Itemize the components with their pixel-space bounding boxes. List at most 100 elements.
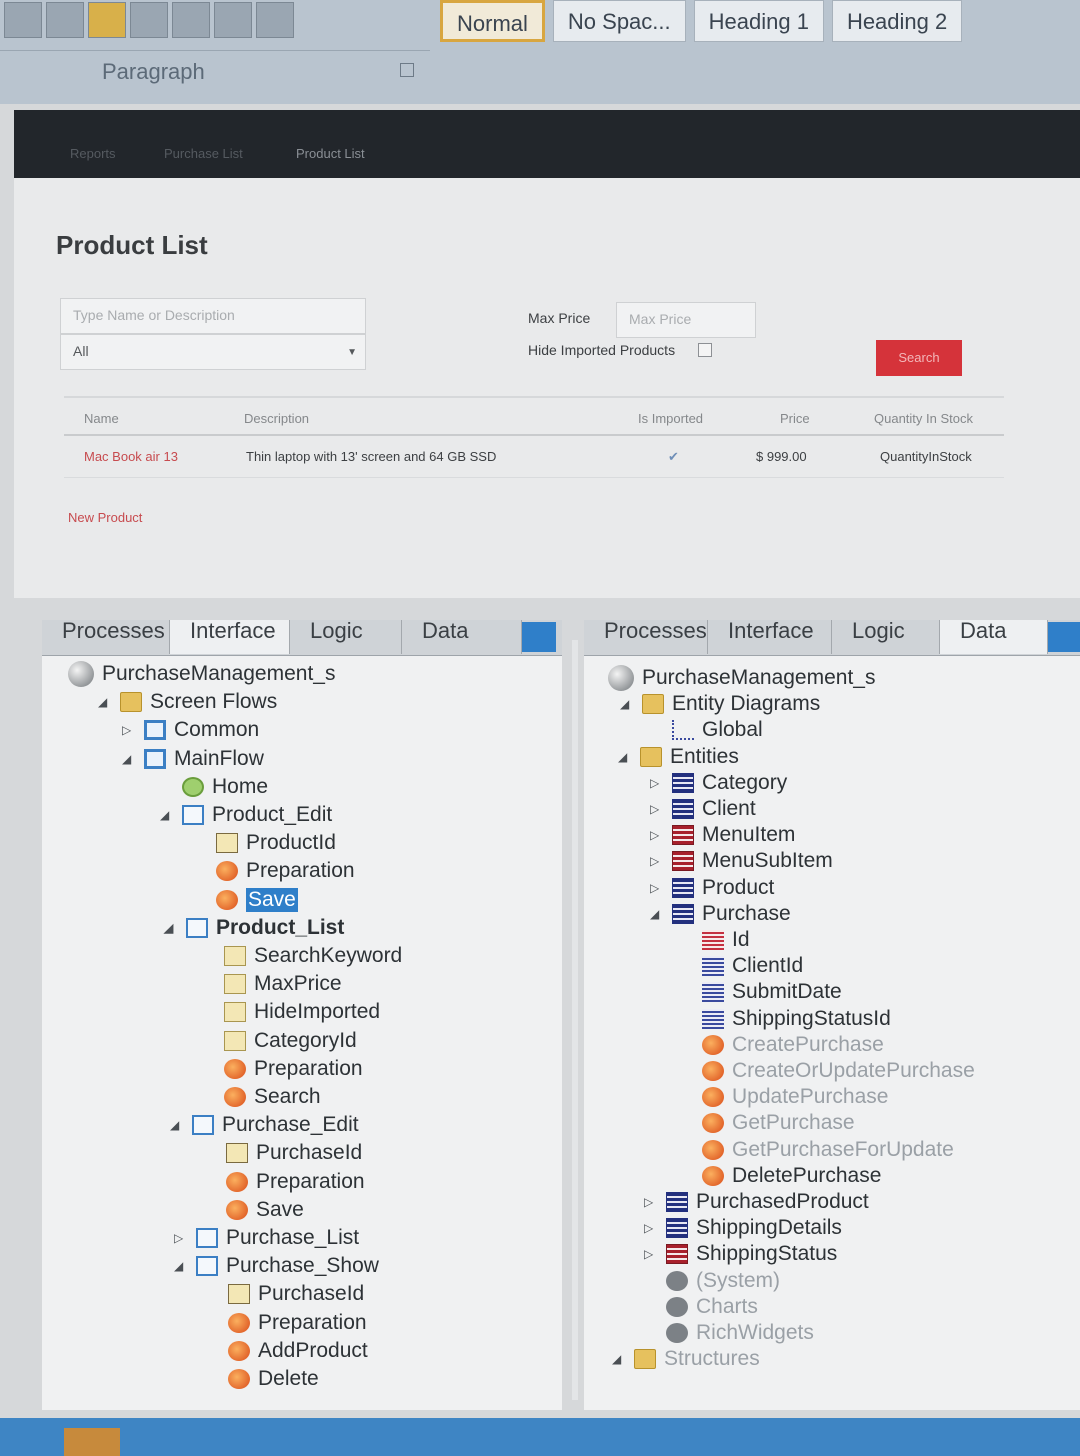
collapsed-arrow-icon[interactable]: ▷ (174, 1231, 183, 1245)
line-spacing-icon[interactable] (172, 2, 210, 38)
align-right-icon[interactable] (88, 2, 126, 38)
align-left-icon[interactable] (4, 2, 42, 38)
tree-node-preparation[interactable]: Preparation (224, 1055, 363, 1083)
expanded-arrow-icon[interactable]: ◢ (170, 1118, 179, 1132)
collapsed-arrow-icon[interactable]: ▷ (650, 854, 659, 868)
tree-node-shippingstatusid[interactable]: ShippingStatusId (702, 1005, 891, 1033)
tree-node-product-list[interactable]: ◢ Product_List (164, 914, 344, 942)
tree-node-shippingdetails[interactable]: ▷ ShippingDetails (644, 1214, 842, 1242)
tree-node-searchkeyword[interactable]: SearchKeyword (224, 942, 402, 970)
taskbar-app-icon[interactable] (64, 1428, 120, 1456)
max-price-input[interactable]: Max Price (616, 302, 756, 338)
tree-node-getpurchaseforupdate[interactable]: GetPurchaseForUpdate (702, 1136, 954, 1164)
tree-node-createpurchase[interactable]: CreatePurchase (702, 1031, 884, 1059)
shading-icon[interactable] (214, 2, 252, 38)
tree-node-shippingstatus[interactable]: ▷ ShippingStatus (644, 1240, 837, 1268)
panel-splitter[interactable] (572, 640, 578, 1400)
tree-node-entity-diagrams[interactable]: ◢ Entity Diagrams (620, 690, 820, 718)
tree-node-id[interactable]: Id (702, 926, 750, 954)
collapsed-arrow-icon[interactable]: ▷ (650, 881, 659, 895)
new-product-link[interactable]: New Product (68, 510, 142, 525)
tree-node-updatepurchase[interactable]: UpdatePurchase (702, 1083, 888, 1111)
col-description[interactable]: Description (244, 411, 309, 426)
col-quantity[interactable]: Quantity In Stock (874, 411, 973, 426)
style-no-spacing[interactable]: No Spac... (552, 0, 686, 42)
tab-processes[interactable]: Processes (42, 620, 170, 654)
expanded-arrow-icon[interactable]: ◢ (620, 697, 629, 711)
tree-node-save[interactable]: Save (226, 1196, 304, 1224)
tree-node-product-edit[interactable]: ◢ Product_Edit (160, 801, 332, 829)
tree-node-preparation[interactable]: Preparation (228, 1309, 367, 1337)
collapsed-arrow-icon[interactable]: ▷ (650, 776, 659, 790)
dialog-launcher-icon[interactable] (400, 63, 414, 77)
collapsed-arrow-icon[interactable]: ▷ (122, 723, 131, 737)
search-input[interactable]: Type Name or Description (60, 298, 366, 334)
tab-logic[interactable]: Logic (832, 620, 940, 654)
expanded-arrow-icon[interactable]: ◢ (174, 1259, 183, 1273)
tree-node-global[interactable]: Global (672, 716, 763, 744)
tab-data[interactable]: Data (402, 620, 522, 654)
category-select[interactable]: All ▼ (60, 334, 366, 370)
tree-node-purchasedproduct[interactable]: ▷ PurchasedProduct (644, 1188, 869, 1216)
tree-node-hideimported[interactable]: HideImported (224, 998, 380, 1026)
tree-node-entities[interactable]: ◢ Entities (618, 743, 739, 771)
tree-node-purchase-edit[interactable]: ◢ Purchase_Edit (170, 1111, 359, 1139)
tab-logic[interactable]: Logic (290, 620, 402, 654)
collapsed-arrow-icon[interactable]: ▷ (650, 828, 659, 842)
expanded-arrow-icon[interactable]: ◢ (98, 695, 107, 709)
tree-node-deletepurchase[interactable]: DeletePurchase (702, 1162, 881, 1190)
collapsed-arrow-icon[interactable]: ▷ (644, 1221, 653, 1235)
style-normal[interactable]: Normal (440, 0, 545, 42)
search-button[interactable]: Search (876, 340, 962, 376)
tree-node-purchase-show[interactable]: ◢ Purchase_Show (174, 1252, 379, 1280)
tree-node-client[interactable]: ▷ Client (650, 795, 756, 823)
expanded-arrow-icon[interactable]: ◢ (618, 750, 627, 764)
tree-node-purchase[interactable]: ◢ Purchase (650, 900, 791, 928)
tree-node-preparation[interactable]: Preparation (226, 1168, 365, 1196)
tab-data[interactable]: Data (940, 620, 1048, 654)
tree-node-mainflow[interactable]: ◢ MainFlow (122, 745, 264, 773)
tree-node-preparation[interactable]: Preparation (216, 857, 355, 885)
expanded-arrow-icon[interactable]: ◢ (650, 907, 659, 921)
collapsed-arrow-icon[interactable]: ▷ (650, 802, 659, 816)
tree-node-richwidgets[interactable]: RichWidgets (666, 1319, 814, 1347)
align-center-icon[interactable] (46, 2, 84, 38)
expanded-arrow-icon[interactable]: ◢ (164, 921, 173, 935)
tree-node-category[interactable]: ▷ Category (650, 769, 787, 797)
tree-node-maxprice[interactable]: MaxPrice (224, 970, 342, 998)
collapsed-arrow-icon[interactable]: ▷ (644, 1195, 653, 1209)
nav-reports[interactable]: Reports (70, 146, 116, 161)
tree-node-categoryid[interactable]: CategoryId (224, 1027, 357, 1055)
product-name-link[interactable]: Mac Book air 13 (84, 449, 178, 464)
tree-node-charts[interactable]: Charts (666, 1293, 758, 1321)
tree-node-save[interactable]: Save (216, 886, 298, 914)
tree-node-createorupdatepurchase[interactable]: CreateOrUpdatePurchase (702, 1057, 975, 1085)
tree-node-purchaseid[interactable]: PurchaseId (228, 1280, 364, 1308)
nav-purchase-list[interactable]: Purchase List (164, 146, 243, 161)
tab-processes[interactable]: Processes (584, 620, 708, 654)
tree-node-menuitem[interactable]: ▷ MenuItem (650, 821, 795, 849)
borders-icon[interactable] (256, 2, 294, 38)
expanded-arrow-icon[interactable]: ◢ (122, 752, 131, 766)
tree-node-productid[interactable]: ProductId (216, 829, 336, 857)
tree-node-purchasemanagement-s[interactable]: PurchaseManagement_s (608, 664, 875, 692)
hide-imported-checkbox[interactable] (698, 343, 712, 357)
style-heading-2[interactable]: Heading 2 (831, 0, 963, 42)
tree-node-getpurchase[interactable]: GetPurchase (702, 1109, 855, 1137)
tree-node-delete[interactable]: Delete (228, 1365, 319, 1393)
tree-node-common[interactable]: ▷ Common (122, 716, 259, 744)
tree-node-submitdate[interactable]: SubmitDate (702, 978, 842, 1006)
tree-node-system[interactable]: (System) (666, 1267, 780, 1295)
tree-node-addproduct[interactable]: AddProduct (228, 1337, 368, 1365)
tree-node-menusubitem[interactable]: ▷ MenuSubItem (650, 847, 833, 875)
tree-node-clientid[interactable]: ClientId (702, 952, 803, 980)
tab-interface[interactable]: Interface (170, 620, 290, 654)
tree-node-search[interactable]: Search (224, 1083, 321, 1111)
expanded-arrow-icon[interactable]: ◢ (160, 808, 169, 822)
justify-icon[interactable] (130, 2, 168, 38)
col-price[interactable]: Price (780, 411, 810, 426)
tree-node-purchasemanagement-s[interactable]: PurchaseManagement_s (68, 660, 335, 688)
tree-node-purchaseid[interactable]: PurchaseId (226, 1139, 362, 1167)
collapsed-arrow-icon[interactable]: ▷ (644, 1247, 653, 1261)
style-heading-1[interactable]: Heading 1 (693, 0, 824, 42)
